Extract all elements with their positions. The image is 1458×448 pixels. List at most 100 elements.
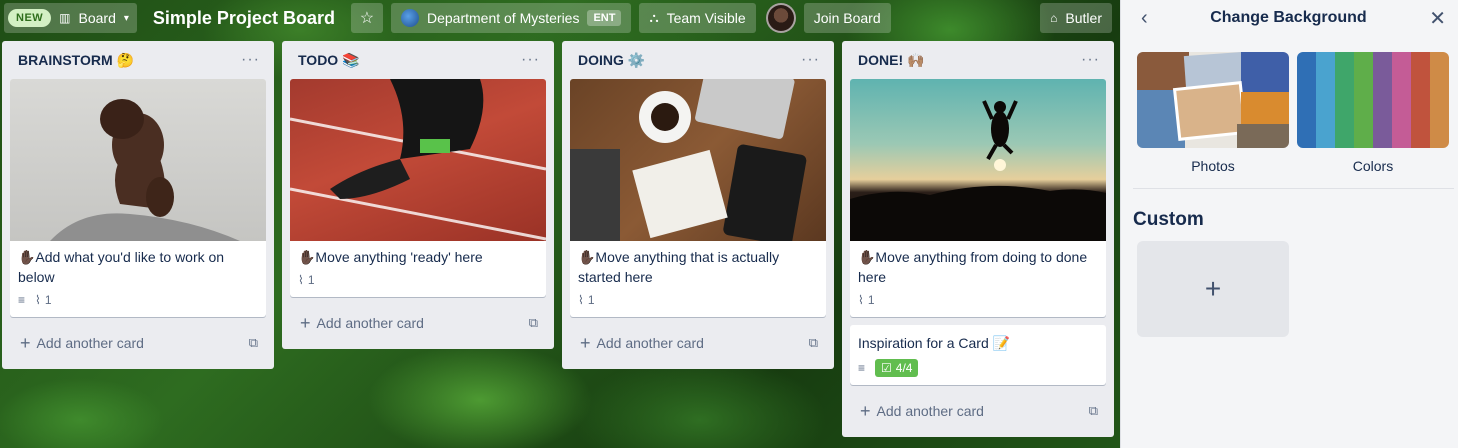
member-avatar[interactable] [765,3,796,33]
color-swatch [1373,52,1393,148]
add-card-button[interactable]: + Add another card ⧉ [290,305,546,341]
background-options: Photos Colors [1121,36,1458,174]
add-custom-background-button[interactable]: + [1137,241,1289,337]
board-switcher-button[interactable]: NEW ▥ Board ▾ [4,3,137,33]
enterprise-badge: ENT [587,10,622,26]
attachment-badge: ⌇ 1 [578,293,595,307]
butler-button[interactable]: ⌂ Butler [1040,3,1112,33]
list-header: TODO 📚 ··· [290,41,546,79]
list-title[interactable]: TODO 📚 [298,52,360,69]
attachment-count: 1 [587,293,595,307]
jumping-person-illustration [850,100,1106,241]
list-header: DONE! 🙌🏽 ··· [850,41,1106,79]
color-swatch [1297,52,1317,148]
list-title[interactable]: DONE! 🙌🏽 [858,52,924,69]
card[interactable]: ✋🏿Move anything 'ready' here ⌇ 1 [290,79,546,297]
list-menu-icon[interactable]: ··· [241,51,260,69]
visibility-label: Team Visible [666,10,746,26]
board-header: NEW ▥ Board ▾ Simple Project Board ☆ Dep… [0,0,1120,36]
add-card-label: Add another card [596,335,704,351]
paperclip-icon: ⌇ [578,293,584,307]
list-header: BRAINSTORM 🤔 ··· [10,41,266,79]
add-card-label: Add another card [316,315,424,331]
list-title[interactable]: BRAINSTORM 🤔 [18,52,134,69]
color-swatch-strip [1297,52,1449,148]
attachment-count: 1 [307,273,315,287]
attachment-badge: ⌇ 1 [298,273,315,287]
checkbox-icon: ☑ [881,361,892,375]
photos-thumbnail [1137,52,1289,148]
star-button[interactable]: ☆ [350,3,383,33]
team-icon: ⛬ [649,10,659,25]
color-swatch [1392,52,1412,148]
workspace-name: Department of Mysteries [426,10,580,26]
card-cover-image [10,79,266,241]
list-done: DONE! 🙌🏽 ··· ✋🏿Move anything from doing … [842,41,1114,437]
thinking-person-illustration [50,99,240,241]
card-cover-image [570,79,826,241]
join-board-button[interactable]: Join Board [803,3,891,33]
list-title[interactable]: DOING ⚙️ [578,52,645,69]
color-swatch [1316,52,1336,148]
back-chevron-icon[interactable]: ‹ [1141,7,1148,30]
color-swatch [1335,52,1355,148]
workspace-logo-icon [400,9,419,27]
card[interactable]: ✋🏿Add what you'd like to work on below ≡… [10,79,266,317]
list-header: DOING ⚙️ ··· [570,41,826,79]
list-menu-icon[interactable]: ··· [1081,51,1100,69]
board-switcher-label: Board [78,10,116,26]
plus-icon: + [860,400,871,421]
attachment-badge: ⌇ 1 [858,293,875,307]
card-template-icon[interactable]: ⧉ [249,335,258,351]
card-title: ✋🏿Move anything from doing to done here [858,249,1088,285]
workspace-button[interactable]: Department of Mysteries ENT [390,3,632,33]
colors-thumbnail [1297,52,1449,148]
visibility-button[interactable]: ⛬ Team Visible [639,3,756,33]
checklist-badge: ☑ 4/4 [875,359,919,377]
paperclip-icon: ⌇ [858,293,864,307]
plus-icon: + [1204,273,1222,304]
color-swatch [1411,52,1431,148]
panel-title: Change Background [1210,9,1367,26]
add-card-label: Add another card [36,335,144,351]
new-badge: NEW [8,9,52,27]
close-icon[interactable]: ✕ [1429,6,1446,31]
attachment-count: 1 [867,293,875,307]
card-template-icon[interactable]: ⧉ [1089,403,1098,419]
card[interactable]: ✋🏿Move anything that is actually started… [570,79,826,317]
photo-collage-illustration [1137,52,1289,148]
butler-label: Butler [1065,10,1102,26]
photos-label: Photos [1191,158,1235,174]
color-swatch [1430,52,1449,148]
list-menu-icon[interactable]: ··· [801,51,820,69]
desk-illustration [570,79,807,241]
description-icon: ≡ [858,361,866,375]
card[interactable]: Inspiration for a Card 📝 ≡ ☑ 4/4 [850,325,1106,385]
add-card-button[interactable]: + Add another card ⧉ [850,393,1106,429]
card-badges: ≡ ⌇ 1 [18,287,258,313]
photos-option[interactable]: Photos [1137,52,1289,174]
checklist-progress: 4/4 [895,361,913,375]
card-title: Inspiration for a Card 📝 [858,335,1011,351]
list-todo: TODO 📚 ··· ✋🏿Move anything 'ready' here … [282,41,554,349]
card-badges: ⌇ 1 [298,267,538,293]
plus-icon: + [20,332,31,353]
card-template-icon[interactable]: ⧉ [809,335,818,351]
add-card-button[interactable]: + Add another card ⧉ [570,325,826,361]
card-template-icon[interactable]: ⧉ [529,315,538,331]
card[interactable]: ✋🏿Move anything from doing to done here … [850,79,1106,317]
colors-label: Colors [1352,158,1394,174]
add-card-label: Add another card [876,403,984,419]
list-brainstorm: BRAINSTORM 🤔 ··· ✋🏿Add what you'd like t… [2,41,274,369]
attachment-count: 1 [44,293,52,307]
sprinter-illustration [290,79,546,241]
add-card-button[interactable]: + Add another card ⧉ [10,325,266,361]
list-menu-icon[interactable]: ··· [521,51,540,69]
board-title[interactable]: Simple Project Board [145,8,343,29]
color-swatch [1354,52,1374,148]
colors-option[interactable]: Colors [1297,52,1449,174]
card-title: ✋🏿Add what you'd like to work on below [18,249,225,285]
butler-icon: ⌂ [1050,11,1058,25]
panel-header: ‹ Change Background ✕ [1121,0,1458,36]
description-icon: ≡ [18,293,26,307]
